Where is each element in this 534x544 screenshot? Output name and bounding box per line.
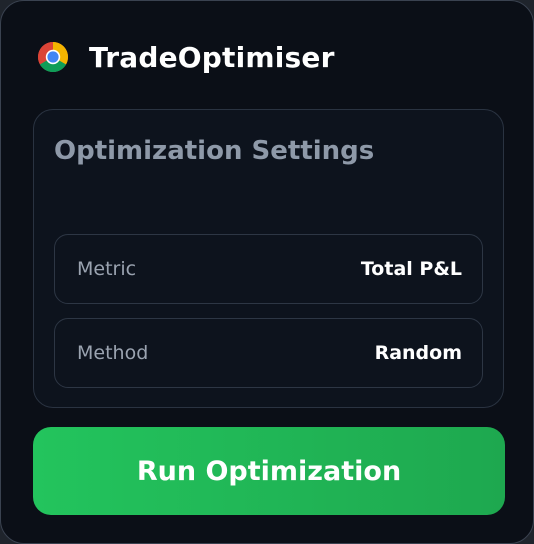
- run-optimization-button[interactable]: Run Optimization: [33, 427, 505, 515]
- chrome-icon: [37, 41, 69, 73]
- optimization-settings-card: Optimization Settings Metric Total P&L M…: [33, 109, 504, 408]
- metric-setting-row[interactable]: Metric Total P&L: [54, 234, 483, 304]
- app-header: TradeOptimiser: [37, 39, 335, 75]
- method-value: Random: [374, 342, 462, 364]
- metric-label: Metric: [77, 258, 137, 280]
- method-setting-row[interactable]: Method Random: [54, 318, 483, 388]
- app-title: TradeOptimiser: [89, 40, 335, 74]
- settings-title: Optimization Settings: [54, 136, 375, 166]
- method-label: Method: [77, 342, 149, 364]
- metric-value: Total P&L: [360, 258, 462, 280]
- app-window: TradeOptimiser Optimization Settings Met…: [0, 0, 534, 544]
